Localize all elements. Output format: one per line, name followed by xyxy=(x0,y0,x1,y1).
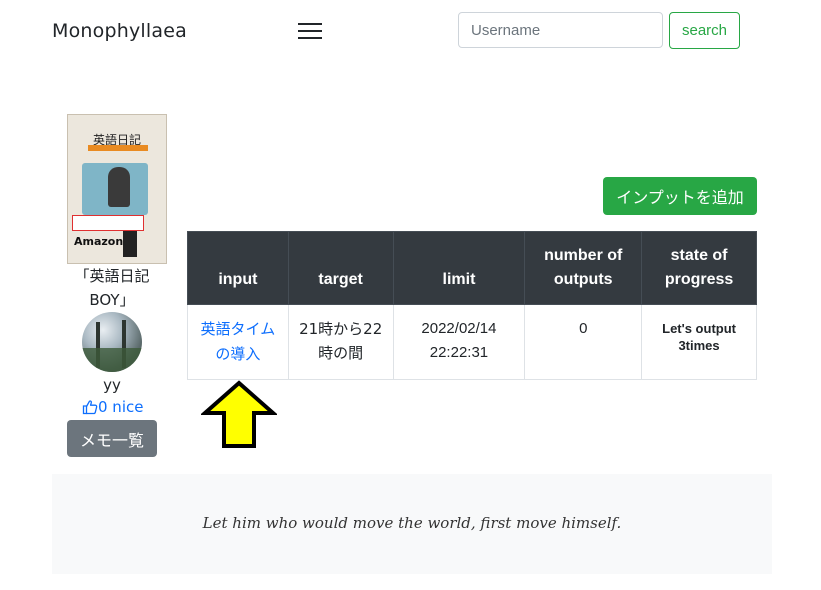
header-state-of-progress: state of progress xyxy=(641,231,757,305)
input-link[interactable]: 英語タイムの導入 xyxy=(201,320,276,363)
add-input-button[interactable]: インプットを追加 xyxy=(603,177,757,215)
header-input: input xyxy=(187,231,289,305)
cell-input: 英語タイムの導入 xyxy=(187,304,289,380)
book-cover-band xyxy=(72,215,144,231)
book-cover-figure xyxy=(108,167,130,207)
book-cover-rank-mark xyxy=(123,231,137,257)
nice-link[interactable]: 0 nice xyxy=(82,398,143,416)
up-arrow-icon xyxy=(201,380,277,448)
hamburger-menu-icon[interactable] xyxy=(296,20,324,42)
cell-outputs: 0 xyxy=(524,304,643,380)
brand-logo[interactable]: Monophyllaea xyxy=(52,20,187,42)
book-cover-image[interactable]: 英語日記 Amazon xyxy=(67,114,167,264)
table-row: 英語タイムの導入 21時から22時の間 2022/02/14 22:22:31 … xyxy=(187,304,757,380)
avatar[interactable] xyxy=(82,312,142,372)
book-cover-amazon-text: Amazon xyxy=(74,235,124,248)
quote-text: Let him who would move the world, first … xyxy=(202,514,622,532)
cell-state: Let's output 3times xyxy=(641,304,757,380)
navbar: Monophyllaea search xyxy=(0,0,821,64)
header-number-of-outputs: number of outputs xyxy=(524,231,643,305)
cell-target: 21時から22時の間 xyxy=(287,304,394,380)
book-cover-subtitle-band xyxy=(88,145,148,151)
search-input[interactable] xyxy=(458,12,663,48)
cell-limit: 2022/02/14 22:22:31 xyxy=(392,304,526,380)
nice-count: 0 nice xyxy=(98,398,144,416)
quote-box: Let him who would move the world, first … xyxy=(52,474,772,574)
username: yy xyxy=(103,376,121,394)
memo-list-button[interactable]: メモ一覧 xyxy=(67,420,157,457)
header-limit: limit xyxy=(392,231,526,305)
table-header-row: input target limit number of outputs sta… xyxy=(187,231,757,305)
input-table: input target limit number of outputs sta… xyxy=(187,231,757,380)
header-target: target xyxy=(287,231,394,305)
search-button[interactable]: search xyxy=(669,12,740,49)
thumbs-up-icon xyxy=(82,400,98,415)
book-title: 「英語日記BOY」 xyxy=(74,267,150,309)
